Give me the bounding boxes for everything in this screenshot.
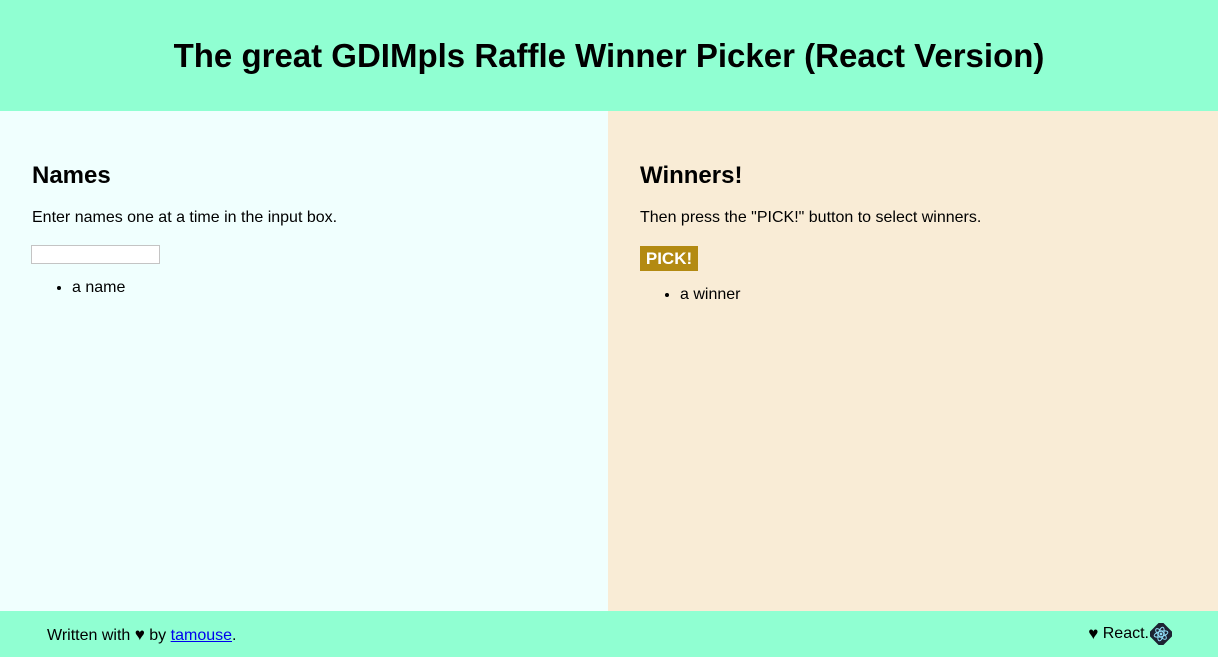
winners-list: a winner: [640, 285, 740, 305]
names-panel: Names Enter names one at a time in the i…: [0, 111, 608, 611]
period-text: .: [232, 627, 237, 644]
list-item: a name: [72, 278, 125, 298]
name-input[interactable]: [31, 245, 160, 264]
react-text: React.: [1102, 625, 1149, 642]
list-item: a winner: [680, 285, 740, 305]
react-logo-icon: [1150, 623, 1172, 645]
page-title: The great GDIMpls Raffle Winner Picker (…: [173, 37, 1045, 74]
winners-heading: Winners!: [640, 162, 743, 189]
pick-button[interactable]: PICK!: [640, 246, 698, 271]
written-with-text: Written with: [47, 627, 131, 644]
footer-credit: Written with ♥ by tamouse.: [47, 625, 236, 646]
heart-icon: ♥: [134, 625, 145, 644]
winners-instructions: Then press the "PICK!" button to select …: [640, 209, 982, 226]
winners-panel: Winners! Then press the "PICK!" button t…: [608, 111, 1218, 611]
footer-react: ♥ React.: [1088, 623, 1172, 645]
author-link[interactable]: tamouse: [171, 627, 232, 644]
names-list: a name: [32, 278, 125, 298]
page-header: The great GDIMpls Raffle Winner Picker (…: [0, 0, 1218, 111]
page-footer: Written with ♥ by tamouse. ♥ React.: [0, 611, 1218, 657]
names-heading: Names: [32, 162, 111, 189]
heart-icon: ♥: [1088, 624, 1099, 643]
by-text: by: [149, 627, 167, 644]
names-instructions: Enter names one at a time in the input b…: [32, 209, 338, 226]
